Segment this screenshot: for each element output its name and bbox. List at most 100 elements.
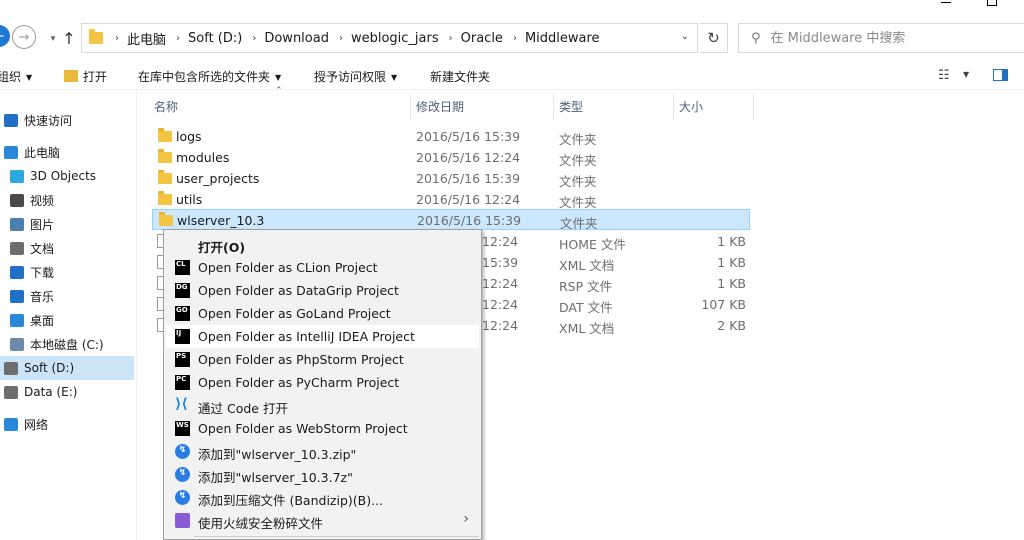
file-row[interactable]: utils 2016/5/16 12:24 文件夹 bbox=[152, 189, 750, 210]
computer-icon bbox=[4, 145, 18, 159]
column-header-date[interactable]: 修改日期 bbox=[410, 94, 553, 118]
breadcrumb-this-pc[interactable]: 此电脑 bbox=[127, 29, 166, 48]
icon-badge: WS bbox=[176, 421, 189, 429]
file-date: 2016/5/16 12:24 bbox=[416, 192, 521, 207]
file-date: 12:24 bbox=[482, 297, 519, 312]
column-header-type[interactable]: 类型 bbox=[553, 94, 673, 118]
share-with-label: 授予访问权限 bbox=[314, 70, 387, 84]
forward-button[interactable]: → bbox=[12, 25, 36, 49]
video-icon bbox=[10, 193, 24, 207]
context-menu-item[interactable]: CL Open Folder as CLion Project bbox=[166, 256, 479, 279]
icon-badge: PS bbox=[176, 352, 187, 360]
breadcrumb-weblogic-jars[interactable]: weblogic_jars bbox=[351, 31, 439, 46]
context-menu-item[interactable]: IJ Open Folder as IntelliJ IDEA Project bbox=[166, 325, 479, 348]
context-menu-label: 通过 Code 打开 bbox=[198, 401, 288, 416]
nav-item[interactable]: 图片 bbox=[0, 212, 134, 236]
breadcrumb-middleware[interactable]: Middleware bbox=[525, 31, 600, 46]
file-type: 文件夹 bbox=[559, 153, 597, 168]
chevron-right-icon[interactable]: › bbox=[513, 33, 517, 44]
chevron-right-icon[interactable]: › bbox=[252, 33, 256, 44]
organize-menu-button[interactable]: 组织 ▼ bbox=[0, 68, 32, 85]
file-date: 2016/5/16 15:39 bbox=[417, 213, 522, 228]
nav-item-label: 音乐 bbox=[30, 289, 55, 304]
nav-item[interactable]: 桌面 bbox=[0, 308, 134, 332]
chevron-right-icon[interactable]: › bbox=[339, 33, 343, 44]
up-button[interactable]: ↑ bbox=[56, 25, 82, 51]
address-history-dropdown[interactable]: ⌄ bbox=[681, 31, 689, 42]
context-menu-item[interactable]: GO Open Folder as GoLand Project bbox=[166, 302, 479, 325]
file-type: HOME 文件 bbox=[559, 237, 626, 252]
context-menu-item[interactable]: WS Open Folder as WebStorm Project bbox=[166, 417, 479, 440]
new-folder-button[interactable]: 新建文件夹 bbox=[430, 68, 490, 85]
document-icon bbox=[10, 241, 24, 255]
caret-down-icon[interactable]: ▼ bbox=[963, 70, 969, 79]
breadcrumb-soft-d[interactable]: Soft (D:) bbox=[188, 31, 242, 46]
breadcrumb-oracle[interactable]: Oracle bbox=[461, 31, 503, 46]
refresh-button[interactable]: ↻ bbox=[700, 23, 728, 53]
context-menu-item[interactable]: ↯ 添加到压缩文件 (Bandizip)(B)... bbox=[166, 486, 479, 509]
chevron-right-icon[interactable]: › bbox=[176, 33, 180, 44]
column-header-size[interactable]: 大小 bbox=[673, 94, 753, 118]
music-icon bbox=[10, 289, 24, 303]
nav-item-label: 网络 bbox=[24, 417, 49, 432]
desktop-icon bbox=[10, 313, 24, 327]
folder-icon bbox=[89, 29, 103, 44]
caret-down-icon: ▼ bbox=[391, 73, 398, 82]
icon-badge: DG bbox=[176, 283, 188, 291]
context-menu-item[interactable]: 打开(O) bbox=[166, 233, 479, 256]
nav-item[interactable]: 快速访问 bbox=[0, 108, 134, 132]
context-menu-item[interactable]: DG Open Folder as DataGrip Project bbox=[166, 279, 479, 302]
chevron-right-icon[interactable]: › bbox=[115, 33, 119, 44]
context-menu-item[interactable]: PS Open Folder as PhpStorm Project bbox=[166, 348, 479, 371]
preview-pane-icon[interactable] bbox=[993, 69, 1008, 81]
nav-item[interactable]: 文档 bbox=[0, 236, 134, 260]
include-in-library-button[interactable]: 在库中包含所选的文件夹 ▼ bbox=[138, 68, 281, 85]
column-separator[interactable] bbox=[753, 94, 754, 120]
address-bar[interactable]: › 此电脑 › Soft (D:) › Download › weblogic_… bbox=[81, 23, 698, 53]
context-menu-item[interactable]: ↯ 添加到"wlserver_10.3.7z" bbox=[166, 463, 479, 486]
context-menu-item[interactable]: ↯ 添加到"wlserver_10.3.zip" bbox=[166, 440, 479, 463]
drive-icon bbox=[4, 361, 18, 375]
file-row[interactable]: modules 2016/5/16 12:24 文件夹 bbox=[152, 147, 750, 168]
nav-item[interactable]: Data (E:) bbox=[0, 380, 134, 404]
minimize-icon[interactable] bbox=[941, 2, 951, 3]
search-box[interactable]: ⚲ bbox=[738, 23, 1024, 53]
icon-badge: GO bbox=[176, 306, 188, 314]
maximize-icon[interactable] bbox=[987, 0, 997, 6]
folder-icon bbox=[159, 212, 173, 226]
file-name: user_projects bbox=[176, 171, 260, 186]
share-with-button[interactable]: 授予访问权限 ▼ bbox=[314, 68, 397, 85]
context-menu-label: 添加到"wlserver_10.3.7z" bbox=[198, 470, 353, 485]
new-folder-label: 新建文件夹 bbox=[430, 70, 491, 84]
context-menu-item[interactable]: ⟩⟨ 通过 Code 打开 bbox=[166, 394, 479, 417]
column-header-name[interactable]: 名称 bbox=[148, 94, 410, 118]
nav-item[interactable]: 下载 bbox=[0, 260, 134, 284]
pane-divider[interactable] bbox=[136, 90, 137, 540]
file-row[interactable]: user_projects 2016/5/16 15:39 文件夹 bbox=[152, 168, 750, 189]
intellij-icon: IJ bbox=[175, 329, 190, 344]
chevron-right-icon[interactable]: › bbox=[449, 33, 453, 44]
nav-item[interactable]: 网络 bbox=[0, 412, 134, 436]
nav-item-label: 图片 bbox=[30, 217, 55, 232]
search-input[interactable] bbox=[770, 30, 1011, 46]
file-date: 12:24 bbox=[482, 276, 519, 291]
view-options-icon[interactable]: ☷ bbox=[938, 68, 950, 83]
file-name: utils bbox=[176, 192, 203, 207]
nav-item[interactable]: 此电脑 bbox=[0, 140, 134, 164]
nav-item[interactable]: 视频 bbox=[0, 188, 134, 212]
nav-item[interactable]: Soft (D:) bbox=[0, 356, 134, 380]
open-button[interactable]: 打开 bbox=[64, 68, 107, 85]
nav-item[interactable]: 本地磁盘 (C:) bbox=[0, 332, 134, 356]
nav-item[interactable]: 3D Objects bbox=[0, 164, 134, 188]
file-row[interactable]: logs 2016/5/16 15:39 文件夹 bbox=[152, 126, 750, 147]
file-date: 2016/5/16 15:39 bbox=[416, 129, 521, 144]
file-row[interactable]: wlserver_10.3 2016/5/16 15:39 文件夹 bbox=[152, 209, 750, 231]
back-button[interactable]: ← bbox=[0, 25, 10, 47]
nav-item-label: 桌面 bbox=[30, 313, 55, 328]
context-menu-item[interactable]: 使用火绒安全粉碎文件 › bbox=[166, 509, 479, 532]
context-menu-item[interactable]: PC Open Folder as PyCharm Project bbox=[166, 371, 479, 394]
arrow-right-icon: → bbox=[18, 29, 30, 45]
nav-item[interactable]: 音乐 bbox=[0, 284, 134, 308]
icon-badge: PC bbox=[176, 375, 187, 383]
breadcrumb-download[interactable]: Download bbox=[264, 31, 329, 46]
